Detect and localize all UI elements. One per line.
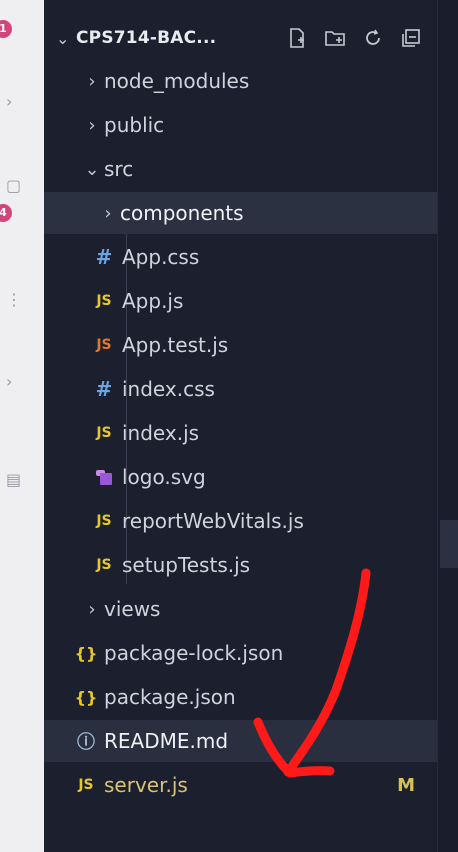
js-file-icon: JS (96, 293, 112, 309)
workspace-title[interactable]: CPS714-BAC... (76, 28, 216, 48)
tree-item-label: App.css (122, 245, 200, 269)
explorer-panel: ⌄ CPS714-BAC... › node_modules › public … (44, 0, 437, 852)
collapse-all-icon[interactable] (399, 26, 423, 50)
new-file-icon[interactable] (285, 26, 309, 50)
chevron-right-icon[interactable]: › (6, 372, 12, 391)
chevron-right-icon: › (104, 202, 112, 224)
tree-item-label: setupTests.js (122, 553, 251, 577)
css-file-icon: # (95, 245, 113, 269)
tree-item-label: logo.svg (122, 465, 206, 489)
notification-badge: 1 (0, 20, 12, 38)
tree-item-label: reportWebVitals.js (122, 509, 304, 533)
svg-file-icon (96, 470, 112, 485)
explorer-header[interactable]: ⌄ CPS714-BAC... (44, 18, 437, 58)
tree-file-logo-svg[interactable]: logo.svg (44, 456, 437, 498)
tree-item-label: App.test.js (122, 333, 229, 357)
js-file-icon: JS (96, 557, 112, 573)
explorer-actions (285, 26, 423, 50)
tree-item-label: package-lock.json (104, 641, 284, 665)
tree-item-label: index.css (122, 377, 215, 401)
square-icon[interactable]: ▢ (6, 176, 21, 195)
activity-bar: 1 › ▢ 4 ⋮ › ▤ (0, 0, 45, 852)
chevron-right-icon: › (88, 114, 96, 136)
new-folder-icon[interactable] (323, 26, 347, 50)
info-icon: ⓘ (77, 732, 95, 753)
chevron-down-icon: ⌄ (84, 158, 100, 180)
tree-file-index-css[interactable]: # index.css (44, 368, 437, 410)
tree-folder-node-modules[interactable]: › node_modules (44, 60, 437, 102)
tree-folder-components[interactable]: › components (44, 192, 437, 234)
tree-file-app-css[interactable]: # App.css (44, 236, 437, 278)
tree-file-index-js[interactable]: JS index.js (44, 412, 437, 454)
tree-item-label: App.js (122, 289, 184, 313)
tree-file-server-js[interactable]: JS server.js M (44, 764, 437, 806)
chevron-right-icon[interactable]: › (6, 92, 12, 111)
scrollbar-thumb[interactable] (440, 520, 458, 568)
js-file-icon: JS (78, 777, 94, 793)
tree-item-label: server.js (104, 773, 188, 797)
tree-folder-src[interactable]: ⌄ src (44, 148, 437, 190)
json-file-icon: {} (74, 643, 98, 663)
tree-file-app-test-js[interactable]: JS App.test.js (44, 324, 437, 366)
chevron-right-icon: › (88, 598, 96, 620)
right-edge-panel (437, 0, 458, 852)
js-file-icon: JS (96, 425, 112, 441)
extension-icon[interactable]: ▤ (6, 470, 21, 489)
tree-file-app-js[interactable]: JS App.js (44, 280, 437, 322)
json-file-icon: {} (74, 687, 98, 707)
tree-file-package-json[interactable]: {} package.json (44, 676, 437, 718)
tree-item-label: views (104, 597, 161, 621)
tree-item-label: index.js (122, 421, 200, 445)
tree-file-readme-md[interactable]: ⓘ README.md (44, 720, 437, 762)
js-file-icon: JS (96, 513, 112, 529)
chevron-right-icon: › (88, 70, 96, 92)
tree-item-label: README.md (104, 729, 229, 753)
tree-file-package-lock-json[interactable]: {} package-lock.json (44, 632, 437, 674)
css-file-icon: # (95, 377, 113, 401)
tree-file-setuptests-js[interactable]: JS setupTests.js (44, 544, 437, 586)
tree-item-label: src (104, 157, 134, 181)
git-modified-badge: M (397, 774, 415, 796)
tree-item-label: components (120, 201, 244, 225)
tree-item-label: node_modules (104, 69, 250, 93)
refresh-icon[interactable] (361, 26, 385, 50)
tree-item-label: package.json (104, 685, 236, 709)
tree-item-label: public (104, 113, 165, 137)
source-control-badge: 4 (0, 204, 12, 222)
chevron-down-icon[interactable]: ⌄ (56, 29, 76, 48)
tree-file-reportwebvitals-js[interactable]: JS reportWebVitals.js (44, 500, 437, 542)
tree-folder-views[interactable]: › views (44, 588, 437, 630)
dots-icon[interactable]: ⋮ (6, 290, 22, 309)
tree-folder-public[interactable]: › public (44, 104, 437, 146)
js-test-file-icon: JS (96, 337, 112, 353)
